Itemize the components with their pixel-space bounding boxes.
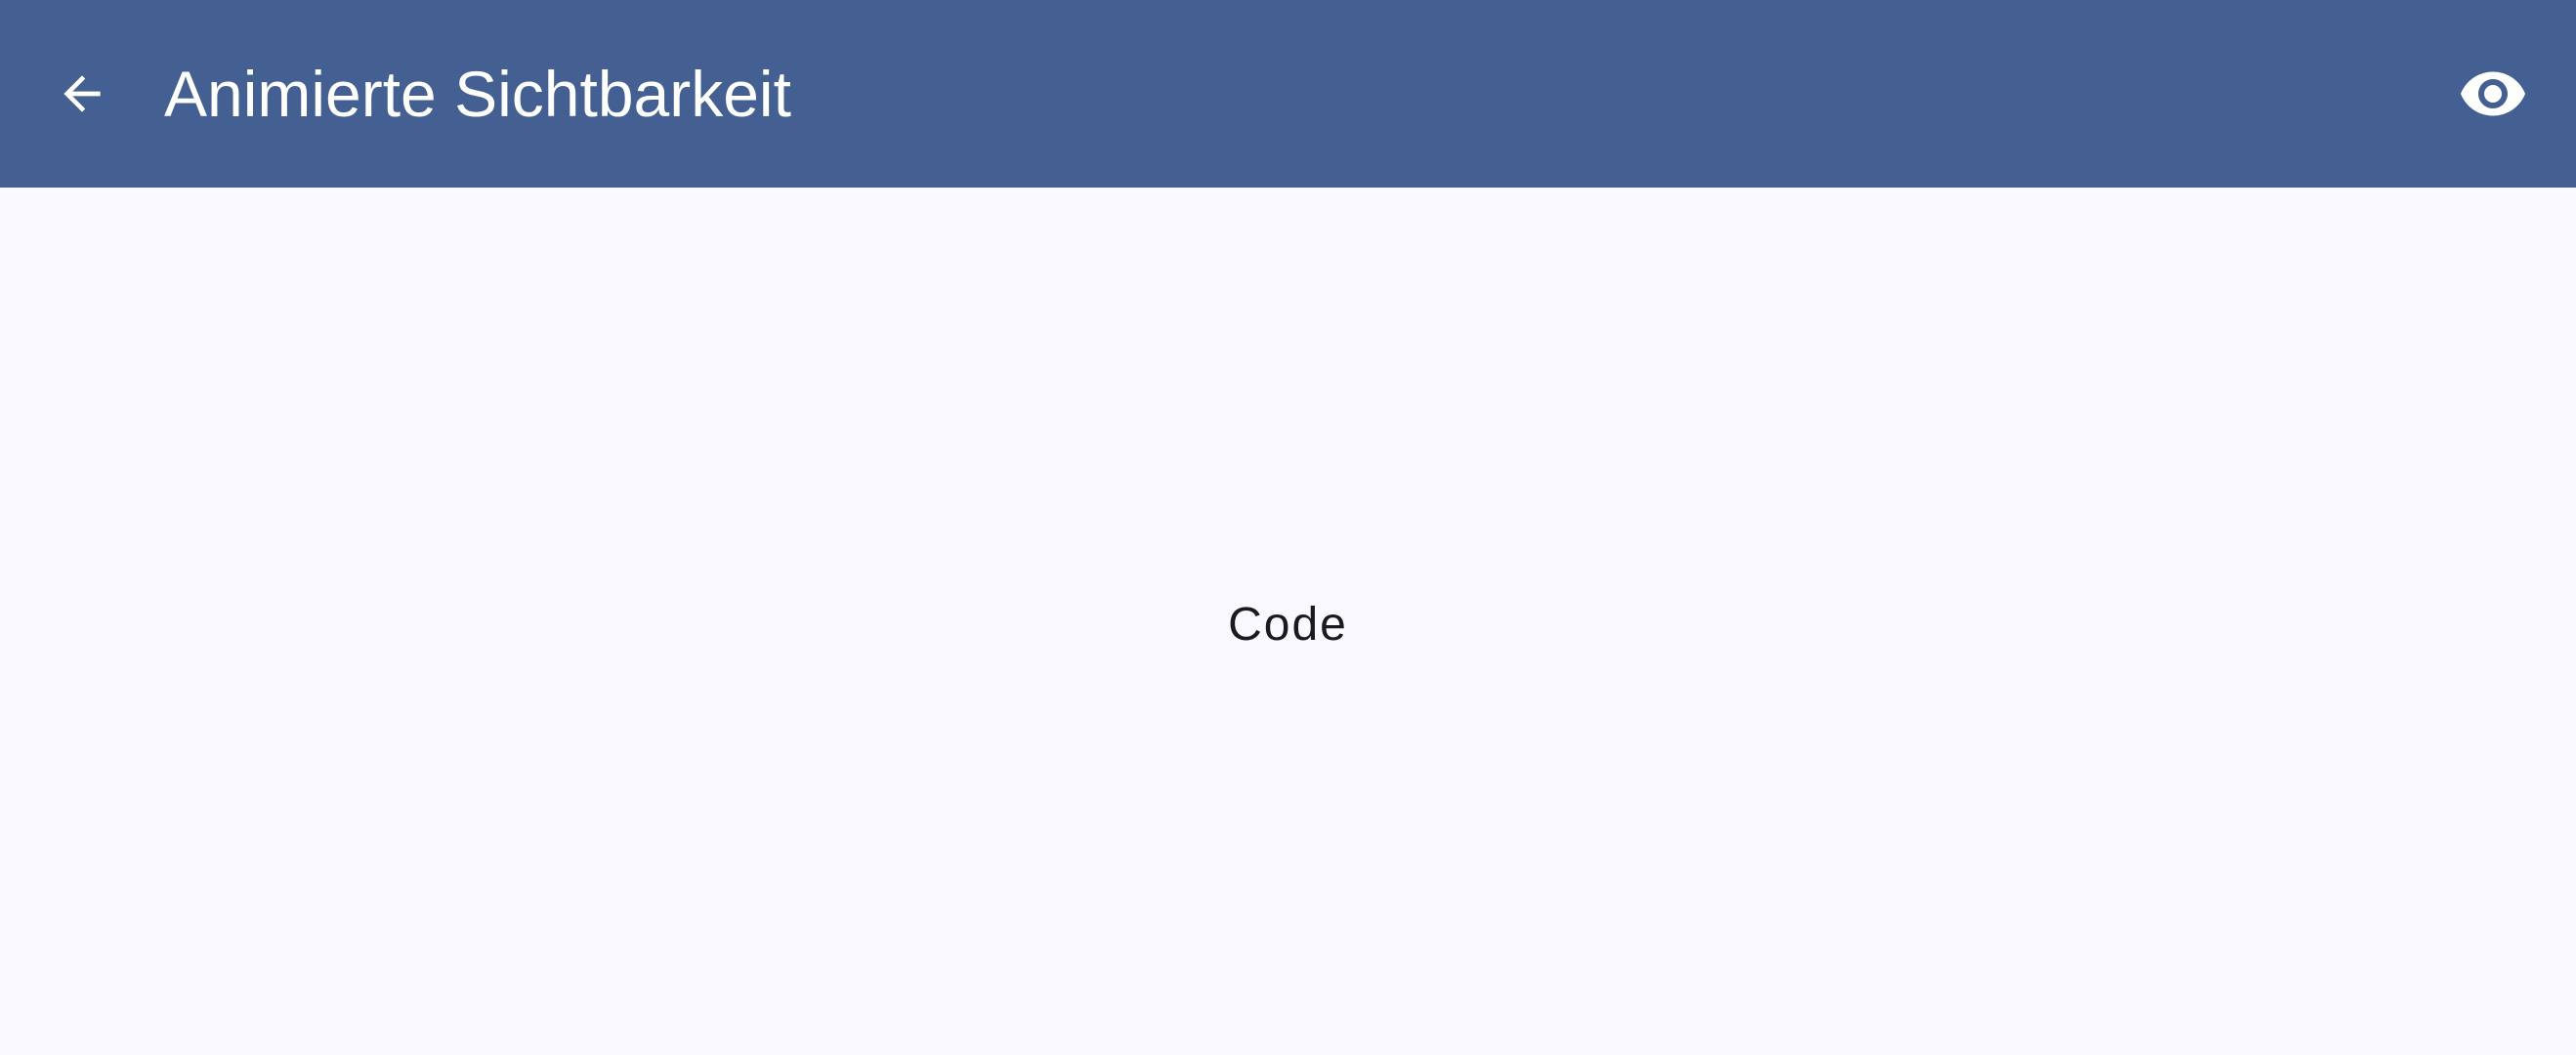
back-button[interactable] <box>33 49 131 139</box>
app-screen: Animierte Sichtbarkeit Code <box>0 0 2576 1055</box>
code-text: Code <box>1228 599 1348 651</box>
eye-icon <box>2461 71 2525 116</box>
main-content: Code <box>0 188 2576 1055</box>
page-title: Animierte Sichtbarkeit <box>164 58 791 130</box>
visibility-toggle-button[interactable] <box>2440 45 2546 143</box>
top-app-bar: Animierte Sichtbarkeit <box>0 0 2576 188</box>
arrow-back-icon <box>63 75 101 112</box>
